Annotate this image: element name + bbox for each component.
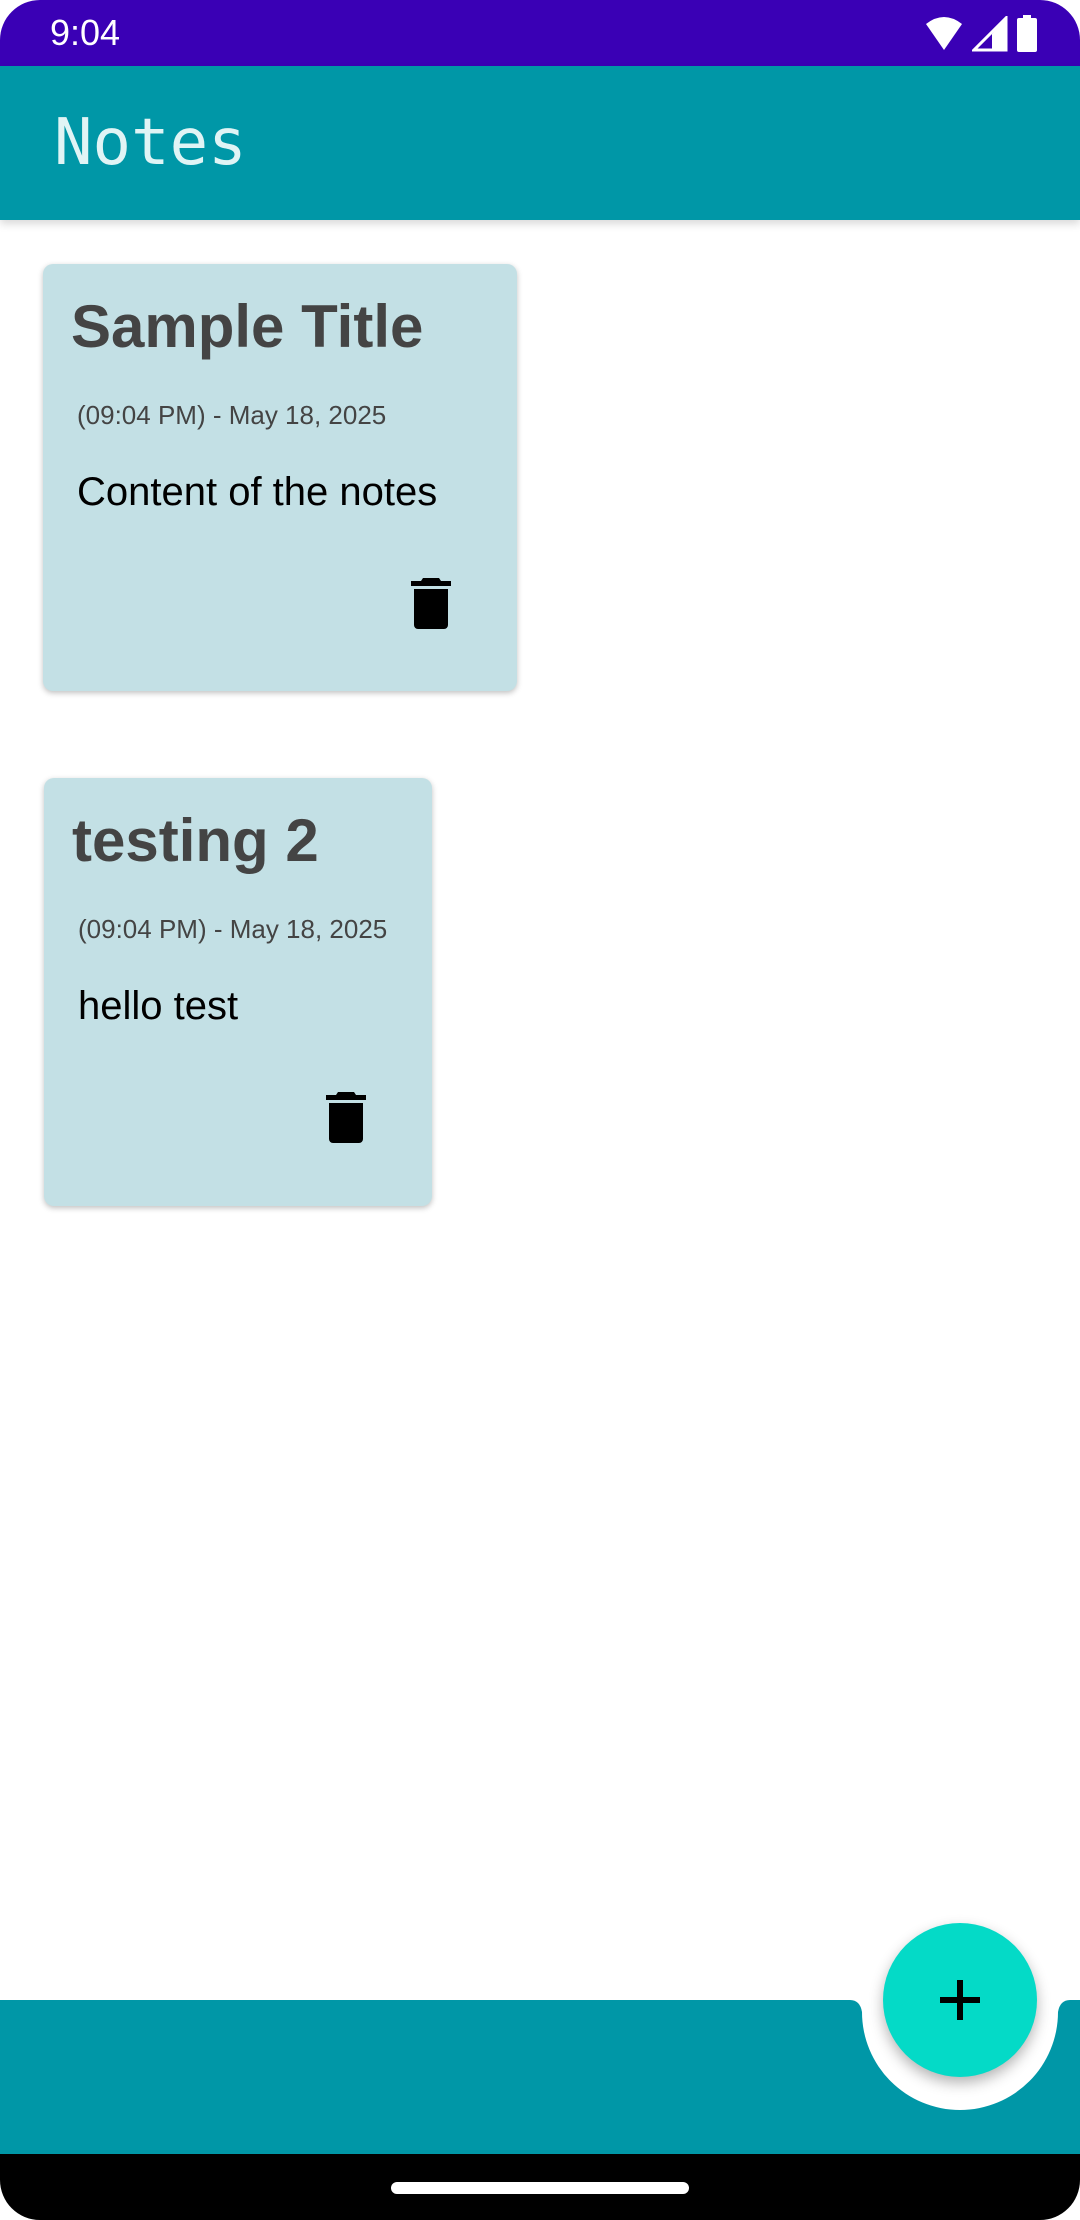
status-time: 9:04 [50, 12, 121, 53]
delete-icon[interactable] [324, 1090, 368, 1144]
note-card[interactable]: testing 2 (09:04 PM) - May 18, 2025 hell… [44, 778, 432, 1206]
navigation-bar [0, 2154, 1080, 2220]
note-content: hello test [78, 984, 239, 1028]
note-card[interactable]: Sample Title (09:04 PM) - May 18, 2025 C… [43, 264, 517, 691]
app-title: Notes [54, 106, 247, 180]
note-title: testing 2 [72, 807, 319, 874]
signal-icon [972, 16, 1008, 52]
note-title: Sample Title [71, 293, 424, 360]
home-handle[interactable] [391, 2182, 689, 2194]
wifi-icon [926, 17, 962, 50]
note-timestamp: (09:04 PM) - May 18, 2025 [77, 400, 387, 430]
add-note-button[interactable] [883, 1923, 1037, 2077]
app-bar: Notes [0, 66, 1080, 220]
battery-icon [1017, 15, 1037, 52]
delete-icon[interactable] [409, 576, 453, 630]
plus-icon [940, 1980, 980, 2020]
note-timestamp: (09:04 PM) - May 18, 2025 [78, 914, 388, 944]
note-content: Content of the notes [77, 470, 438, 514]
status-bar: 9:04 [0, 0, 1080, 66]
